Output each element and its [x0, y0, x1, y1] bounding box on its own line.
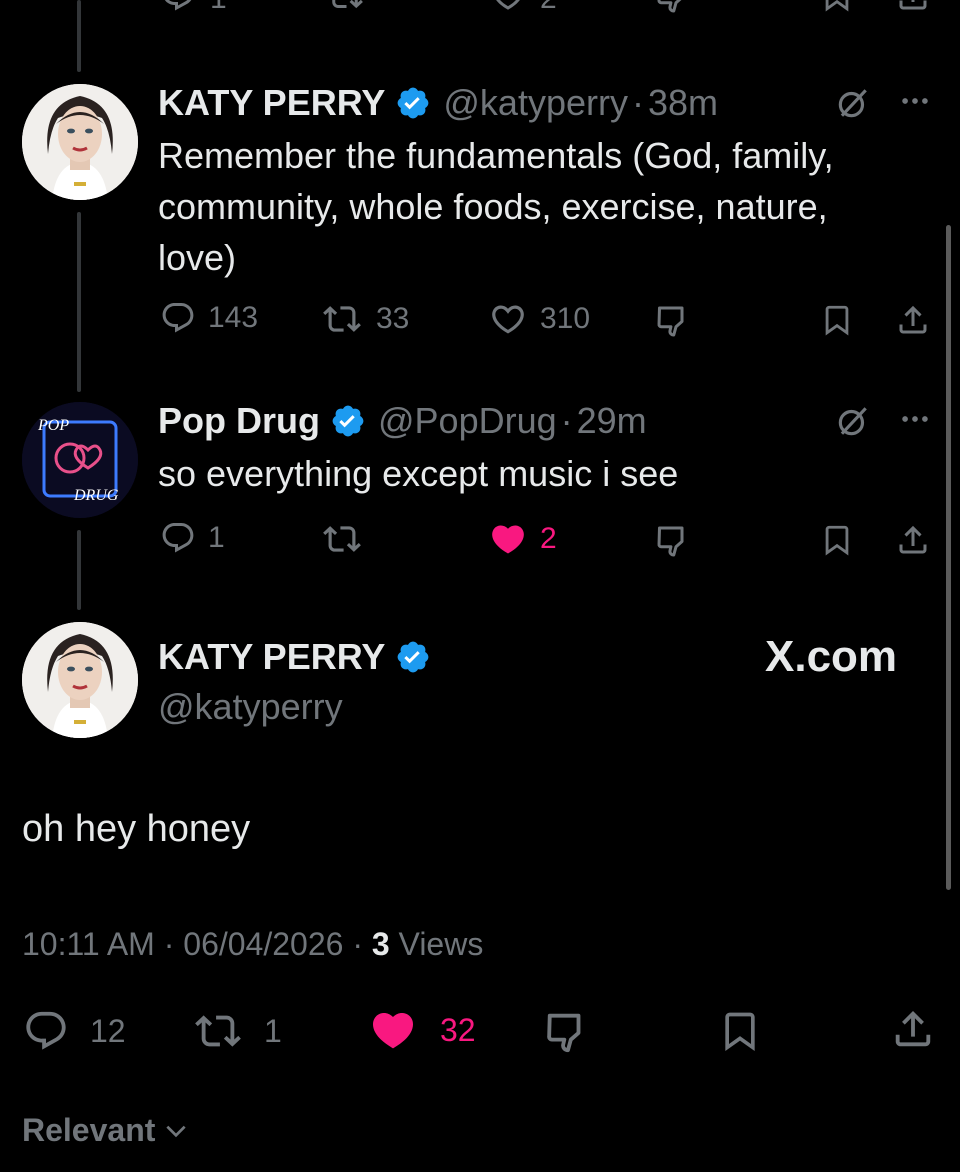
reply-count: 1	[208, 521, 225, 554]
separator-dot: ·	[560, 400, 573, 441]
text-line: community, whole foods, exercise, nature…	[158, 186, 828, 227]
sort-label: Relevant	[22, 1112, 156, 1148]
reply-icon	[22, 1008, 70, 1054]
like-icon	[488, 520, 528, 558]
reply-button[interactable]: 1	[160, 520, 225, 556]
tweet-meta: 10:11 AM · 06/04/2026 · 3 Views	[22, 926, 483, 963]
share-icon[interactable]	[895, 302, 931, 338]
like-count: 32	[440, 1011, 476, 1048]
thread-line	[77, 0, 81, 72]
avatar-text-drug: DRUG	[73, 487, 119, 504]
bookmark-icon[interactable]	[820, 302, 854, 338]
share-icon[interactable]	[895, 522, 931, 558]
dislike-icon[interactable]	[655, 0, 691, 14]
author-handle[interactable]: @katyperry	[158, 686, 343, 728]
thread-line	[77, 212, 81, 392]
text-line: love)	[158, 237, 237, 278]
more-icon[interactable]	[896, 84, 934, 118]
separator-dot: ·	[163, 926, 184, 962]
separator-dot: ·	[352, 926, 372, 962]
author-handle[interactable]: @katyperry	[443, 82, 628, 124]
verified-icon	[330, 403, 366, 439]
verified-icon	[395, 85, 431, 121]
scrollbar[interactable]	[946, 225, 951, 890]
watermark: X.com	[765, 632, 898, 681]
retweet-button[interactable]	[320, 520, 376, 558]
grok-icon[interactable]	[834, 402, 872, 440]
reply-count: 143	[208, 301, 259, 334]
thread-line	[77, 530, 81, 610]
retweet-button[interactable]: 1	[192, 1008, 282, 1054]
retweet-icon[interactable]	[325, 0, 365, 14]
like-icon	[488, 300, 528, 338]
top-like-count: 2	[540, 0, 557, 16]
tweet-text: Remember the fundamentals (God, family, …	[158, 130, 928, 283]
tweet-time[interactable]: 10:11 AM	[22, 926, 155, 962]
top-reply-count: 1	[210, 0, 227, 16]
timestamp[interactable]: 29m	[577, 400, 647, 442]
dislike-icon[interactable]	[655, 302, 691, 338]
avatar[interactable]	[22, 622, 138, 738]
like-icon	[368, 1006, 418, 1054]
tweet-date[interactable]: 06/04/2026	[183, 926, 343, 962]
grok-icon[interactable]	[834, 84, 872, 122]
like-button[interactable]: 2	[488, 520, 557, 558]
retweet-count: 33	[376, 302, 410, 335]
share-icon[interactable]	[895, 0, 931, 14]
retweet-icon	[320, 300, 364, 338]
reply-icon	[160, 300, 196, 336]
retweet-icon	[320, 520, 364, 558]
like-button[interactable]: 32	[368, 1006, 476, 1054]
separator-dot: ·	[631, 82, 644, 123]
author-handle[interactable]: @PopDrug	[378, 400, 557, 442]
tweet-text: oh hey honey	[22, 808, 251, 850]
more-icon[interactable]	[896, 402, 934, 436]
author-name[interactable]: KATY PERRY	[158, 636, 385, 678]
avatar-text-pop: POP	[37, 417, 69, 434]
sort-dropdown[interactable]: Relevant	[22, 1112, 189, 1149]
dislike-icon[interactable]	[544, 1008, 590, 1054]
share-icon[interactable]	[890, 1006, 936, 1052]
reply-button[interactable]: 143	[160, 300, 258, 336]
retweet-icon	[192, 1008, 244, 1054]
reply-count: 12	[90, 1012, 126, 1049]
top-partial-actions: 1 2	[0, 0, 960, 20]
reply-button[interactable]: 12	[22, 1008, 126, 1054]
retweet-button[interactable]: 33	[320, 300, 409, 338]
verified-icon	[395, 639, 431, 675]
views-count: 3	[371, 926, 390, 962]
bookmark-icon[interactable]	[820, 522, 854, 558]
author-name[interactable]: KATY PERRY	[158, 82, 385, 124]
timestamp[interactable]: 38m	[648, 82, 718, 124]
dislike-icon[interactable]	[655, 522, 691, 558]
reply-icon[interactable]	[160, 0, 196, 14]
chevron-down-icon	[166, 1125, 187, 1137]
retweet-count: 1	[264, 1012, 282, 1049]
bookmark-icon[interactable]	[718, 1008, 762, 1054]
like-icon[interactable]	[490, 0, 526, 14]
author-name[interactable]: Pop Drug	[158, 400, 320, 442]
views-label: Views	[398, 926, 484, 962]
bookmark-icon[interactable]	[820, 0, 854, 14]
like-count: 310	[540, 302, 591, 335]
avatar[interactable]: POP DRUG	[22, 402, 138, 518]
reply-icon	[160, 520, 196, 556]
tweet-text: so everything except music i see	[158, 453, 679, 494]
like-button[interactable]: 310	[488, 300, 590, 338]
avatar[interactable]	[22, 84, 138, 200]
text-line: Remember the fundamentals (God, family,	[158, 135, 834, 176]
like-count: 2	[540, 522, 557, 555]
